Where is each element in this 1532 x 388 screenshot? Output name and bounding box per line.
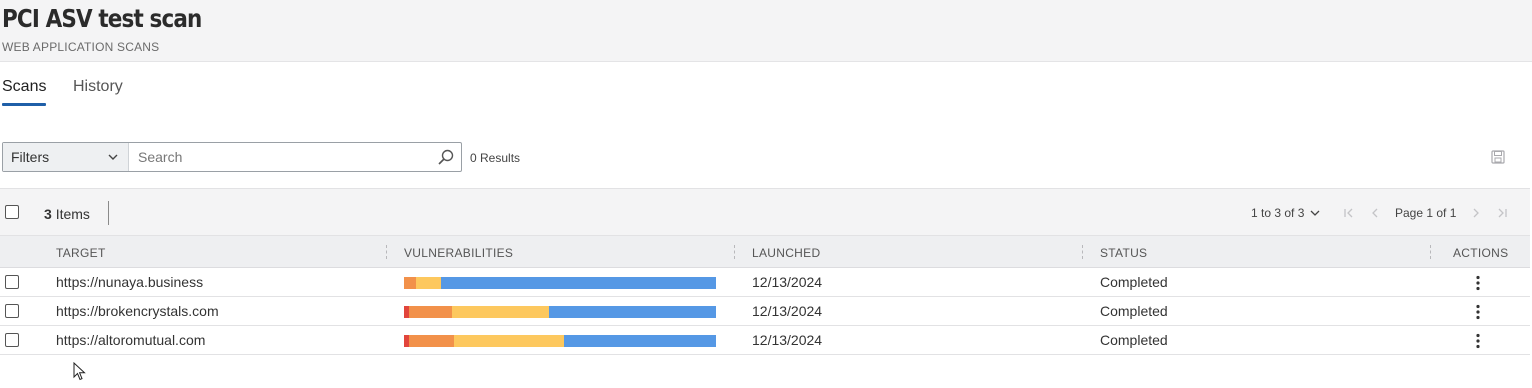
status-text: Completed bbox=[1100, 274, 1168, 290]
filters-dropdown[interactable]: Filters bbox=[3, 143, 129, 171]
last-page-icon[interactable] bbox=[1496, 207, 1508, 219]
table-row[interactable]: https://brokencrystals.com 12/13/2024 Co… bbox=[0, 297, 1530, 326]
launched-date: 12/13/2024 bbox=[752, 303, 823, 319]
kebab-menu-icon[interactable] bbox=[1475, 333, 1481, 349]
chevron-down-icon bbox=[108, 154, 118, 160]
kebab-menu-icon[interactable] bbox=[1475, 275, 1481, 291]
column-header-status[interactable]: STATUS bbox=[1100, 246, 1147, 260]
column-header-vulnerabilities[interactable]: VULNERABILITIES bbox=[404, 246, 513, 260]
status-text: Completed bbox=[1100, 303, 1168, 319]
items-count-number: 3 bbox=[44, 206, 52, 222]
chevron-left-icon[interactable] bbox=[1369, 207, 1381, 219]
items-count: 3 Items bbox=[44, 206, 90, 222]
select-all-checkbox[interactable] bbox=[5, 205, 19, 219]
tab-scans[interactable]: Scans bbox=[2, 78, 47, 106]
toolbar-divider bbox=[108, 201, 109, 225]
column-header-actions: ACTIONS bbox=[1453, 246, 1509, 260]
range-text: 1 to 3 of 3 bbox=[1251, 206, 1305, 220]
page-header: PCI ASV test scan WEB APPLICATION SCANS bbox=[0, 0, 1532, 62]
filters-label: Filters bbox=[11, 149, 50, 165]
save-icon[interactable] bbox=[1491, 150, 1505, 164]
column-header-target[interactable]: TARGET bbox=[56, 246, 106, 260]
vulnerability-segment-high bbox=[408, 335, 454, 347]
tab-history[interactable]: History bbox=[73, 78, 123, 96]
mouse-cursor-icon bbox=[73, 362, 86, 381]
vulnerability-bar bbox=[404, 277, 716, 289]
vulnerability-bar bbox=[404, 335, 716, 347]
vulnerability-segment-high bbox=[408, 306, 453, 318]
results-count: 0 Results bbox=[470, 151, 521, 165]
vulnerability-segment-high bbox=[404, 277, 417, 289]
vulnerability-segment-low bbox=[549, 306, 716, 318]
page-subtitle: WEB APPLICATION SCANS bbox=[2, 40, 160, 54]
table-row[interactable]: https://nunaya.business 12/13/2024 Compl… bbox=[0, 268, 1530, 297]
row-checkbox[interactable] bbox=[5, 333, 19, 347]
search-input[interactable] bbox=[130, 143, 430, 171]
row-checkbox[interactable] bbox=[5, 275, 19, 289]
target-link[interactable]: https://nunaya.business bbox=[56, 274, 203, 290]
vulnerability-segment-low bbox=[564, 335, 716, 347]
first-page-icon[interactable] bbox=[1343, 207, 1355, 219]
search-icon[interactable] bbox=[437, 148, 455, 166]
launched-date: 12/13/2024 bbox=[752, 274, 823, 290]
column-resizer[interactable] bbox=[1430, 245, 1431, 259]
chevron-down-icon bbox=[1310, 210, 1320, 216]
items-count-label: Items bbox=[55, 206, 90, 222]
filter-bar: Filters bbox=[2, 142, 462, 172]
column-header-launched[interactable]: LAUNCHED bbox=[752, 246, 820, 260]
row-checkbox[interactable] bbox=[5, 304, 19, 318]
range-selector[interactable]: 1 to 3 of 3 bbox=[1251, 206, 1320, 220]
vulnerability-segment-medium bbox=[452, 306, 550, 318]
vulnerability-bar bbox=[404, 306, 716, 318]
vulnerability-segment-medium bbox=[416, 277, 442, 289]
status-text: Completed bbox=[1100, 332, 1168, 348]
vulnerability-segment-low bbox=[441, 277, 716, 289]
table-toolbar: 3 Items 1 to 3 of 3 Page 1 of 1 bbox=[0, 188, 1530, 236]
column-resizer[interactable] bbox=[1082, 245, 1083, 259]
table-header: TARGET VULNERABILITIES LAUNCHED STATUS A… bbox=[0, 236, 1530, 268]
chevron-right-icon[interactable] bbox=[1470, 207, 1482, 219]
column-resizer[interactable] bbox=[734, 245, 735, 259]
page-title: PCI ASV test scan bbox=[2, 4, 202, 33]
column-resizer[interactable] bbox=[386, 245, 387, 259]
target-link[interactable]: https://altoromutual.com bbox=[56, 332, 205, 348]
kebab-menu-icon[interactable] bbox=[1475, 304, 1481, 320]
launched-date: 12/13/2024 bbox=[752, 332, 823, 348]
vulnerability-segment-medium bbox=[453, 335, 565, 347]
target-link[interactable]: https://brokencrystals.com bbox=[56, 303, 219, 319]
table-row[interactable]: https://altoromutual.com 12/13/2024 Comp… bbox=[0, 326, 1530, 355]
page-indicator: Page 1 of 1 bbox=[1395, 206, 1457, 220]
